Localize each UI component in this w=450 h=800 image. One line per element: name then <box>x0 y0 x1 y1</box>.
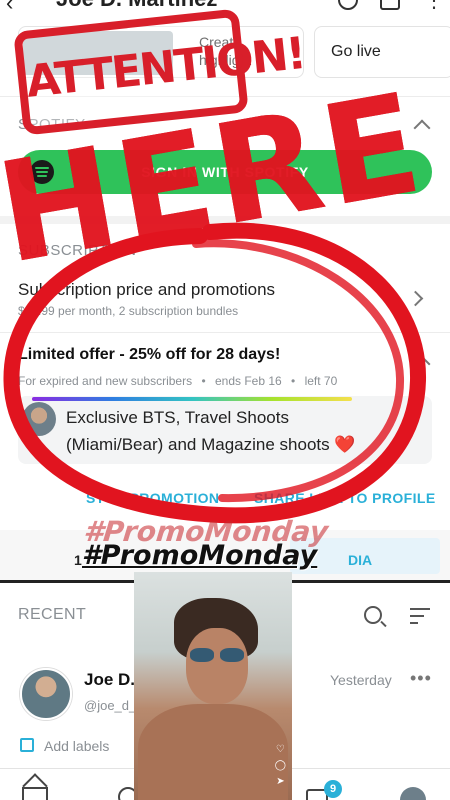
profile-title: Joe D. Martinez <box>56 0 217 12</box>
tab-count[interactable]: 1 <box>74 552 82 568</box>
promo-hashtag: #PromoMonday <box>82 540 318 571</box>
chat-name[interactable]: Joe D. <box>84 670 135 690</box>
send-icon[interactable]: ➤ <box>275 774 286 790</box>
chevron-up-icon[interactable] <box>413 355 431 373</box>
profile-avatar[interactable] <box>400 787 426 800</box>
video-subject-torso <box>138 704 288 800</box>
video-preview[interactable]: ♡ ◯ ➤ <box>134 572 292 800</box>
chat-handle: @joe_d_ <box>84 698 137 713</box>
chevron-right-icon[interactable] <box>407 290 424 307</box>
go-live-label: Go live <box>331 43 381 60</box>
messages-badge: 9 <box>324 780 342 798</box>
promo-gradient-bar <box>32 397 352 401</box>
offer-meta: For expired and new subscribers • ends F… <box>18 374 338 388</box>
back-arrow-icon[interactable]: ‹ <box>6 0 13 14</box>
heart-icon: ❤️ <box>334 435 356 454</box>
video-subject-face <box>186 628 248 704</box>
chat-time: Yesterday <box>330 672 392 688</box>
more-vertical-icon[interactable]: ⋮ <box>424 0 444 13</box>
heart-outline-icon[interactable]: ♡ <box>275 742 286 758</box>
avatar <box>22 402 56 436</box>
more-horizontal-icon[interactable]: ••• <box>410 668 432 689</box>
recent-label: RECENT <box>18 606 87 623</box>
offer-title: Limited offer - 25% off for 28 days! <box>18 346 281 363</box>
offer-audience: For expired and new subscribers <box>18 374 193 388</box>
gear-icon[interactable] <box>338 0 358 10</box>
promo-message-text: Exclusive BTS, Travel Shoots (Miami/Bear… <box>66 408 330 454</box>
square-icon[interactable] <box>380 0 400 10</box>
share-link-button[interactable]: SHARE LINK TO PROFILE <box>254 490 436 506</box>
video-side-icons: ♡ ◯ ➤ <box>275 742 286 790</box>
label-icon[interactable] <box>20 738 34 752</box>
sort-icon[interactable] <box>410 608 430 624</box>
offer-ends: ends Feb 16 <box>214 374 282 388</box>
comment-icon[interactable]: ◯ <box>275 758 286 774</box>
divider <box>0 332 450 333</box>
tab-media[interactable]: DIA <box>348 552 372 568</box>
chat-avatar[interactable] <box>20 668 72 720</box>
add-labels-link[interactable]: Add labels <box>44 738 109 754</box>
subscription-price-meta: $14.99 per month, 2 subscription bundles <box>18 304 239 318</box>
search-icon[interactable] <box>364 606 382 624</box>
home-icon[interactable] <box>22 787 48 800</box>
promo-message: Exclusive BTS, Travel Shoots (Miami/Bear… <box>66 404 366 458</box>
sunglasses <box>190 648 246 662</box>
offer-left: left 70 <box>304 374 338 388</box>
stop-promotion-button[interactable]: STOP PROMOTION <box>86 490 219 506</box>
